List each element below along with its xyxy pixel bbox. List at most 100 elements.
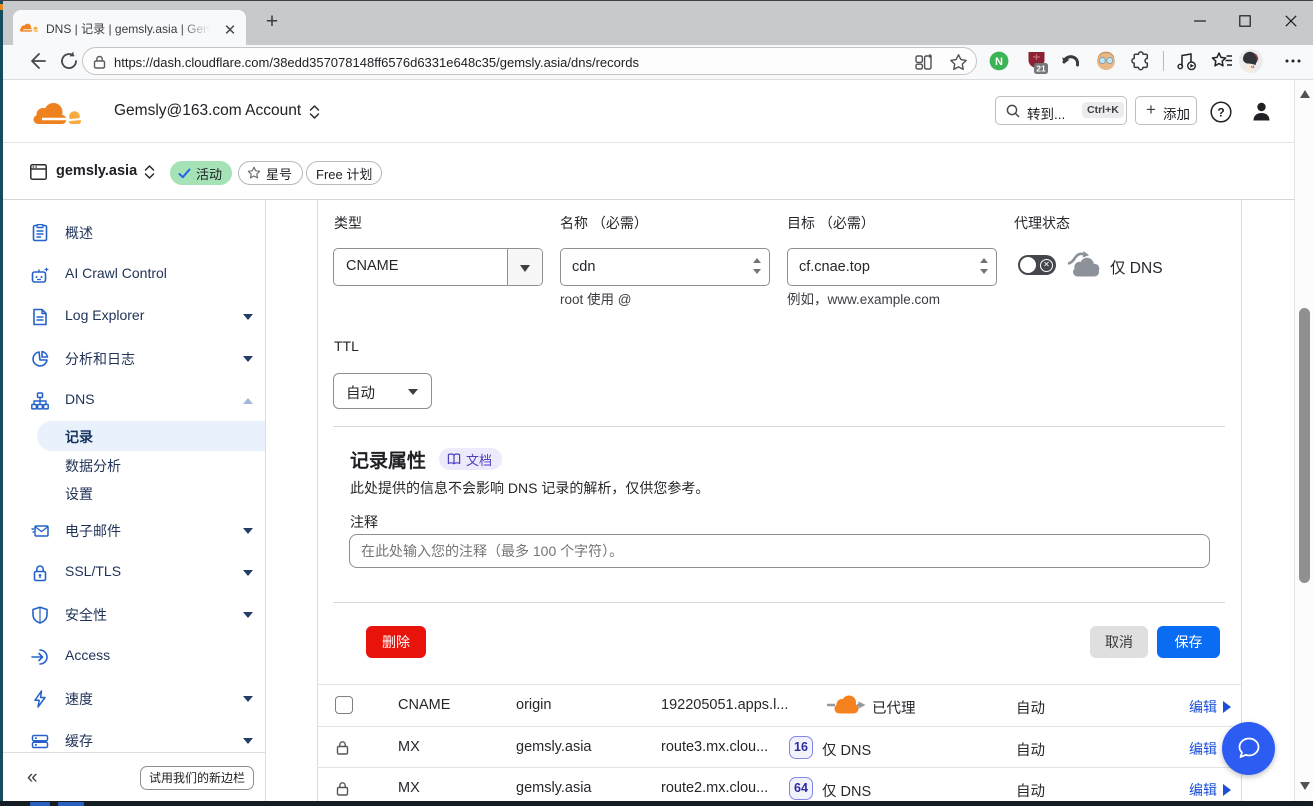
- media-control-icon[interactable]: [1176, 51, 1196, 71]
- bookmark-star-icon[interactable]: [949, 53, 968, 71]
- chat-bubble-icon: [1237, 736, 1261, 760]
- name-input[interactable]: [560, 248, 770, 286]
- edit-label: 编辑: [1189, 699, 1217, 715]
- cloudflare-favicon: [19, 21, 38, 34]
- toolbar-divider: [1163, 51, 1164, 71]
- spin-down-icon[interactable]: [753, 269, 761, 274]
- address-bar[interactable]: https://dash.cloudflare.com/38edd3570781…: [82, 47, 977, 75]
- sidebar-item-access[interactable]: Access: [3, 636, 266, 678]
- chevron-down-icon: [243, 528, 253, 534]
- plan-badge[interactable]: Free 计划: [306, 161, 382, 185]
- dns-record-row[interactable]: MX gemsly.asia route2.mx.clou... 64 仅 DN…: [317, 767, 1242, 801]
- priority-badge: 64: [789, 777, 813, 800]
- spin-up-icon[interactable]: [980, 258, 988, 263]
- cloudflare-logo[interactable]: [31, 101, 81, 124]
- browser-tab[interactable]: DNS | 记录 | gemsly.asia | Gemsly@ ✕: [13, 10, 246, 45]
- sidebar-item-analytics-logs[interactable]: 分析和日志: [3, 338, 266, 380]
- support-chat-button[interactable]: [1222, 722, 1275, 775]
- ttl-select[interactable]: 自动: [333, 373, 432, 409]
- new-tab-button[interactable]: +: [259, 8, 285, 36]
- window-minimize-button[interactable]: [1185, 1, 1215, 33]
- lock-icon[interactable]: [93, 55, 106, 69]
- target-helper: 例如，www.example.com: [787, 288, 940, 308]
- extension-n-icon[interactable]: N: [989, 51, 1009, 71]
- proxy-toggle[interactable]: ✕: [1018, 255, 1056, 275]
- sidebar-item-dns[interactable]: DNS: [3, 380, 266, 422]
- scroll-up-arrow[interactable]: [1300, 90, 1310, 98]
- browser-tab-bar: DNS | 记录 | gemsly.asia | Gemsly@ ✕ +: [3, 1, 1313, 45]
- target-spinner[interactable]: [980, 255, 988, 277]
- comment-label: 注释: [350, 512, 378, 532]
- edit-record-link[interactable]: 编辑: [1189, 780, 1231, 800]
- sidebar-item-log-explorer[interactable]: Log Explorer: [3, 296, 266, 338]
- comment-input[interactable]: [349, 534, 1210, 568]
- target-input[interactable]: [787, 248, 997, 286]
- tab-close-icon[interactable]: ✕: [219, 20, 241, 42]
- scroll-down-arrow[interactable]: [1300, 782, 1310, 790]
- save-button[interactable]: 保存: [1157, 626, 1220, 658]
- spin-up-icon[interactable]: [753, 258, 761, 263]
- window-close-button[interactable]: [1276, 1, 1306, 33]
- extension-shield-icon[interactable]: 21: [1026, 51, 1046, 71]
- background-window-text: [30, 802, 50, 806]
- sidebar-item-email[interactable]: 电子邮件: [3, 510, 266, 552]
- proxied-cloud-icon: [827, 695, 867, 714]
- user-profile-button[interactable]: [1251, 101, 1272, 122]
- extension-face-icon[interactable]: [1096, 51, 1116, 71]
- extensions-puzzle-icon[interactable]: [1131, 51, 1151, 71]
- sidebar-item-dns-settings[interactable]: 设置: [3, 479, 266, 507]
- type-select[interactable]: CNAME: [333, 248, 543, 286]
- sidebar-item-dns-analytics[interactable]: 数据分析: [3, 451, 266, 479]
- window-maximize-button[interactable]: [1230, 1, 1260, 33]
- section-divider: [333, 426, 1225, 427]
- docs-badge[interactable]: 文档: [439, 448, 502, 470]
- global-search-input[interactable]: 转到... Ctrl+K: [995, 96, 1127, 125]
- scrollbar-thumb[interactable]: [1299, 308, 1310, 583]
- name-spinner[interactable]: [753, 255, 761, 277]
- dns-record-row[interactable]: MX gemsly.asia route3.mx.clou... 16 仅 DN…: [317, 726, 1242, 767]
- sidebar: 概述 AI Crawl Control: [3, 200, 266, 801]
- browser-profile-avatar[interactable]: [1239, 49, 1263, 73]
- add-button[interactable]: + 添加: [1135, 96, 1197, 125]
- sidebar-item-speed[interactable]: 速度: [3, 678, 266, 720]
- sidebar-item-ssl-tls[interactable]: SSL/TLS: [3, 552, 266, 594]
- collapse-sidebar-button[interactable]: «: [27, 767, 49, 787]
- browser-scrollbar[interactable]: [1294, 80, 1313, 801]
- star-badge-label: 星号: [266, 164, 292, 183]
- reload-button[interactable]: [58, 50, 80, 72]
- sidebar-item-security[interactable]: 安全性: [3, 594, 266, 636]
- zone-selector-icon[interactable]: [143, 164, 156, 180]
- back-button[interactable]: [26, 50, 48, 72]
- zone-name: gemsly.asia: [56, 163, 137, 179]
- ssl-lock-icon: [31, 564, 49, 582]
- split-screen-icon[interactable]: [915, 53, 934, 71]
- help-button[interactable]: ?: [1210, 101, 1232, 123]
- record-content: route2.mx.clou...: [661, 780, 768, 796]
- shield-icon: [31, 606, 49, 624]
- type-select-value: CNAME: [346, 258, 398, 274]
- cancel-button[interactable]: 取消: [1090, 626, 1148, 658]
- delete-button[interactable]: 删除: [366, 626, 426, 658]
- dns-record-row[interactable]: CNAME origin 192205051.apps.l... 已代理 自动 …: [317, 684, 1242, 725]
- account-selector-icon[interactable]: [308, 104, 321, 120]
- chevron-down-icon: [243, 612, 253, 618]
- browser-menu-icon[interactable]: [1283, 51, 1303, 71]
- try-new-sidebar-button[interactable]: 试用我们的新边栏: [140, 766, 254, 790]
- sidebar-item-dns-records[interactable]: 记录: [37, 421, 266, 451]
- locked-record-icon: [336, 740, 349, 755]
- row-checkbox[interactable]: [335, 696, 353, 714]
- record-name: origin: [516, 697, 551, 713]
- sidebar-item-ai-crawl-control[interactable]: AI Crawl Control: [3, 254, 266, 296]
- extension-undo-arrow-icon[interactable]: [1061, 51, 1081, 71]
- bottom-window-edge: [0, 801, 1313, 806]
- collections-icon[interactable]: [1211, 51, 1231, 71]
- spin-down-icon[interactable]: [980, 269, 988, 274]
- locked-record-icon: [336, 781, 349, 796]
- edit-record-link[interactable]: 编辑: [1189, 697, 1231, 717]
- star-zone-button[interactable]: 星号: [238, 161, 303, 185]
- chevron-down-icon: [243, 356, 253, 362]
- background-window-favicon: [0, 4, 3, 10]
- sidebar-item-overview[interactable]: 概述: [3, 212, 266, 254]
- record-attributes-description: 此处提供的信息不会影响 DNS 记录的解析，仅供您参考。: [350, 478, 709, 498]
- section-divider: [333, 602, 1225, 603]
